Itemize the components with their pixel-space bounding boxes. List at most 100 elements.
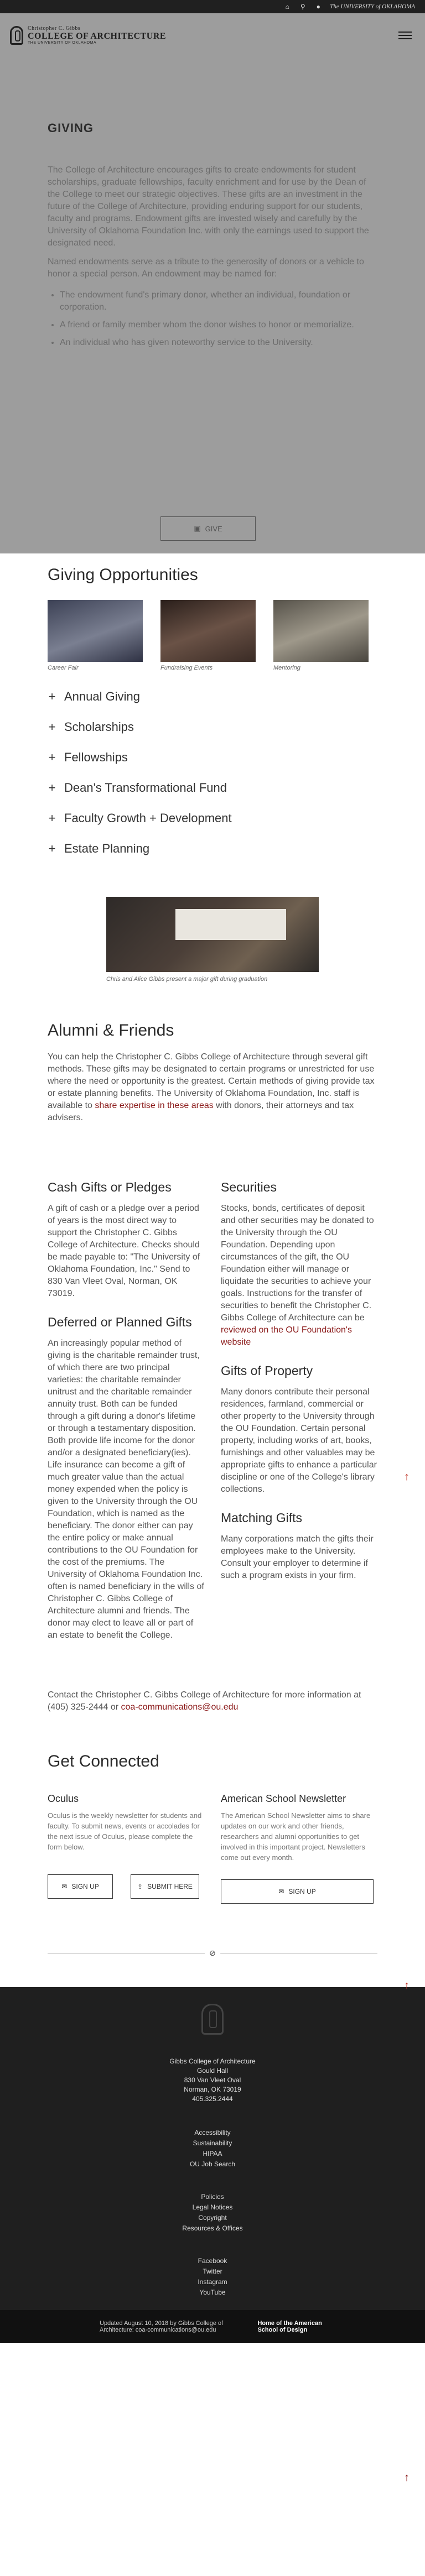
accordion-annual-giving[interactable]: + Annual Giving [48,681,377,712]
oculus-title: Oculus [48,1793,79,1804]
footer-social: Facebook Twitter Instagram YouTube [0,2257,425,2296]
giving-opportunities: Giving Opportunities Career Fair Fundrai… [48,553,377,864]
accordion-deans-fund[interactable]: + Dean's Transformational Fund [48,772,377,803]
list-item: The endowment fund's primary donor, whet… [60,289,377,313]
photo-caption: Chris and Alice Gibbs present a major gi… [106,976,268,983]
footer-link[interactable]: HIPAA [0,2150,425,2157]
thumb-fundraising-events[interactable]: Fundraising Events [160,600,256,671]
plus-icon: + [48,689,56,703]
section-title: Get Connected [48,1752,159,1770]
ams-signup-button[interactable]: ✉ SIGN UP [221,1879,374,1904]
expertise-link[interactable]: share expertise in these areas [95,1101,213,1110]
oculus-block: Oculus Oculus is the weekly newsletter f… [48,1793,204,1904]
plus-icon: + [48,750,56,764]
gift-methods: Cash Gifts or Pledges A gift of cash or … [48,1179,377,1656]
footer-links-1: Accessibility Sustainability HIPAA OU Jo… [0,2129,425,2168]
gift-photo-figure: Chris and Alice Gibbs present a major gi… [106,897,319,983]
section-title: Alumni & Friends [48,1021,174,1039]
site-header: Christopher C. Gibbs COLLEGE OF ARCHITEC… [0,13,425,58]
utility-bar: ⌂ ⚲ ● The UNIVERSITY of OKLAHOMA [0,0,425,13]
university-link[interactable]: The UNIVERSITY of OKLAHOMA [330,3,415,10]
back-to-top-icon[interactable]: ↑ [404,1471,410,1483]
deferred-gifts-text: An increasingly popular method of giving… [48,1339,204,1640]
giving-paragraph-1: The College of Architecture encourages g… [48,165,369,248]
upload-icon: ⇪ [137,1883,143,1890]
thumb-career-fair[interactable]: Career Fair [48,600,143,671]
contact-info: Contact the Christopher C. Gibbs College… [48,1690,361,1712]
securities-text: Stocks, bonds, certificates of deposit a… [221,1204,374,1347]
plus-icon: + [48,780,56,795]
securities-title: Securities [221,1180,277,1194]
list-item: An individual who has given noteworthy s… [60,337,377,349]
back-to-top-icon[interactable]: ↑ [404,2472,410,2484]
give-button[interactable]: ▣ GIVE [160,516,256,541]
footer-link[interactable]: Legal Notices [0,2203,425,2211]
giving-paragraph-2: Named endowments serve as a tribute to t… [48,257,364,279]
social-link[interactable]: Facebook [0,2257,425,2265]
thumb-mentoring[interactable]: Mentoring [273,600,369,671]
footer-address: Gibbs College of Architecture Gould Hall… [169,2057,256,2103]
home-icon[interactable]: ⌂ [283,3,291,11]
section-title: Giving Opportunities [48,566,198,584]
plus-icon: + [48,811,56,825]
paperclip-icon: ⊘ [205,1948,220,1958]
home-link[interactable]: Home of the American School of Design [257,2320,325,2333]
career-fair-image [48,600,143,662]
gift-icon: ▣ [194,524,201,532]
matching-gifts-text: Many corporations match the gifts their … [221,1534,374,1580]
footer-link[interactable]: Resources & Offices [0,2224,425,2232]
get-connected: Get Connected Oculus Oculus is the weekl… [48,1752,377,1904]
envelope-icon: ✉ [61,1883,68,1890]
ou-logo-icon [10,26,23,45]
updated-note: Updated August 10, 2018 by Gibbs College… [100,2320,224,2333]
back-to-top-icon[interactable]: ↑ [404,1979,410,1992]
oculus-submit-button[interactable]: ⇪ SUBMIT HERE [131,1874,199,1899]
envelope-icon: ✉ [278,1888,284,1895]
college-logo[interactable]: Christopher C. Gibbs COLLEGE OF ARCHITEC… [10,25,166,45]
footer-link[interactable]: Copyright [0,2214,425,2222]
opportunities-accordion: + Annual Giving + Scholarships + Fellowship… [48,681,377,864]
email-link[interactable]: coa-communications@ou.edu [121,1702,239,1712]
social-link[interactable]: Instagram [0,2278,425,2286]
alumni-friends: Alumni & Friends You can help the Christ… [48,1021,377,1124]
social-link[interactable]: Twitter [0,2267,425,2275]
search-icon[interactable]: ⚲ [299,3,307,11]
footer-link[interactable]: OU Job Search [0,2160,425,2168]
cash-gifts-text: A gift of cash or a pledge over a period… [48,1204,200,1298]
accordion-scholarships[interactable]: + Scholarships [48,712,377,742]
ou-foundation-link[interactable]: reviewed on the OU Foundation's website [221,1325,352,1347]
list-item: A friend or family member whom the donor… [60,319,377,331]
hamburger-menu-icon[interactable] [398,32,412,39]
social-link[interactable]: YouTube [0,2288,425,2296]
site-footer: Gibbs College of Architecture Gould Hall… [0,1987,425,2343]
endowment-list: The endowment fund's primary donor, whet… [60,289,377,349]
user-icon[interactable]: ● [314,3,322,11]
plus-icon: + [48,719,56,734]
section-divider: ⊘ [48,1948,377,1958]
accordion-faculty-growth[interactable]: + Faculty Growth + Development [48,803,377,833]
logo-line-1: Christopher C. Gibbs [28,25,81,32]
oculus-text: Oculus is the weekly newsletter for stud… [48,1811,202,1851]
gift-photo [106,897,319,972]
page-title: GIVING [48,121,94,135]
mentoring-image [273,600,369,662]
ou-logo-icon[interactable] [201,2004,224,2035]
matching-gifts-title: Matching Gifts [221,1511,302,1525]
alumni-paragraph: You can help the Christopher C. Gibbs Co… [48,1052,375,1122]
accordion-fellowships[interactable]: + Fellowships [48,742,377,772]
oculus-signup-button[interactable]: ✉ SIGN UP [48,1874,113,1899]
footer-bottom-bar: Updated August 10, 2018 by Gibbs College… [0,2310,425,2343]
ams-text: The American School Newsletter aims to s… [221,1811,371,1862]
ams-title: American School Newsletter [221,1793,346,1804]
fundraising-events-image [160,600,256,662]
accordion-estate-planning[interactable]: + Estate Planning [48,833,377,864]
footer-link[interactable]: Accessibility [0,2129,425,2136]
footer-link[interactable]: Policies [0,2193,425,2201]
footer-links-2: Policies Legal Notices Copyright Resourc… [0,2193,425,2232]
deferred-gifts-title: Deferred or Planned Gifts [48,1315,192,1329]
plus-icon: + [48,841,56,855]
footer-link[interactable]: Sustainability [0,2139,425,2147]
giving-intro: GIVING The College of Architecture encou… [0,58,425,553]
property-gifts-text: Many donors contribute their personal re… [221,1387,377,1494]
cash-gifts-title: Cash Gifts or Pledges [48,1180,172,1194]
